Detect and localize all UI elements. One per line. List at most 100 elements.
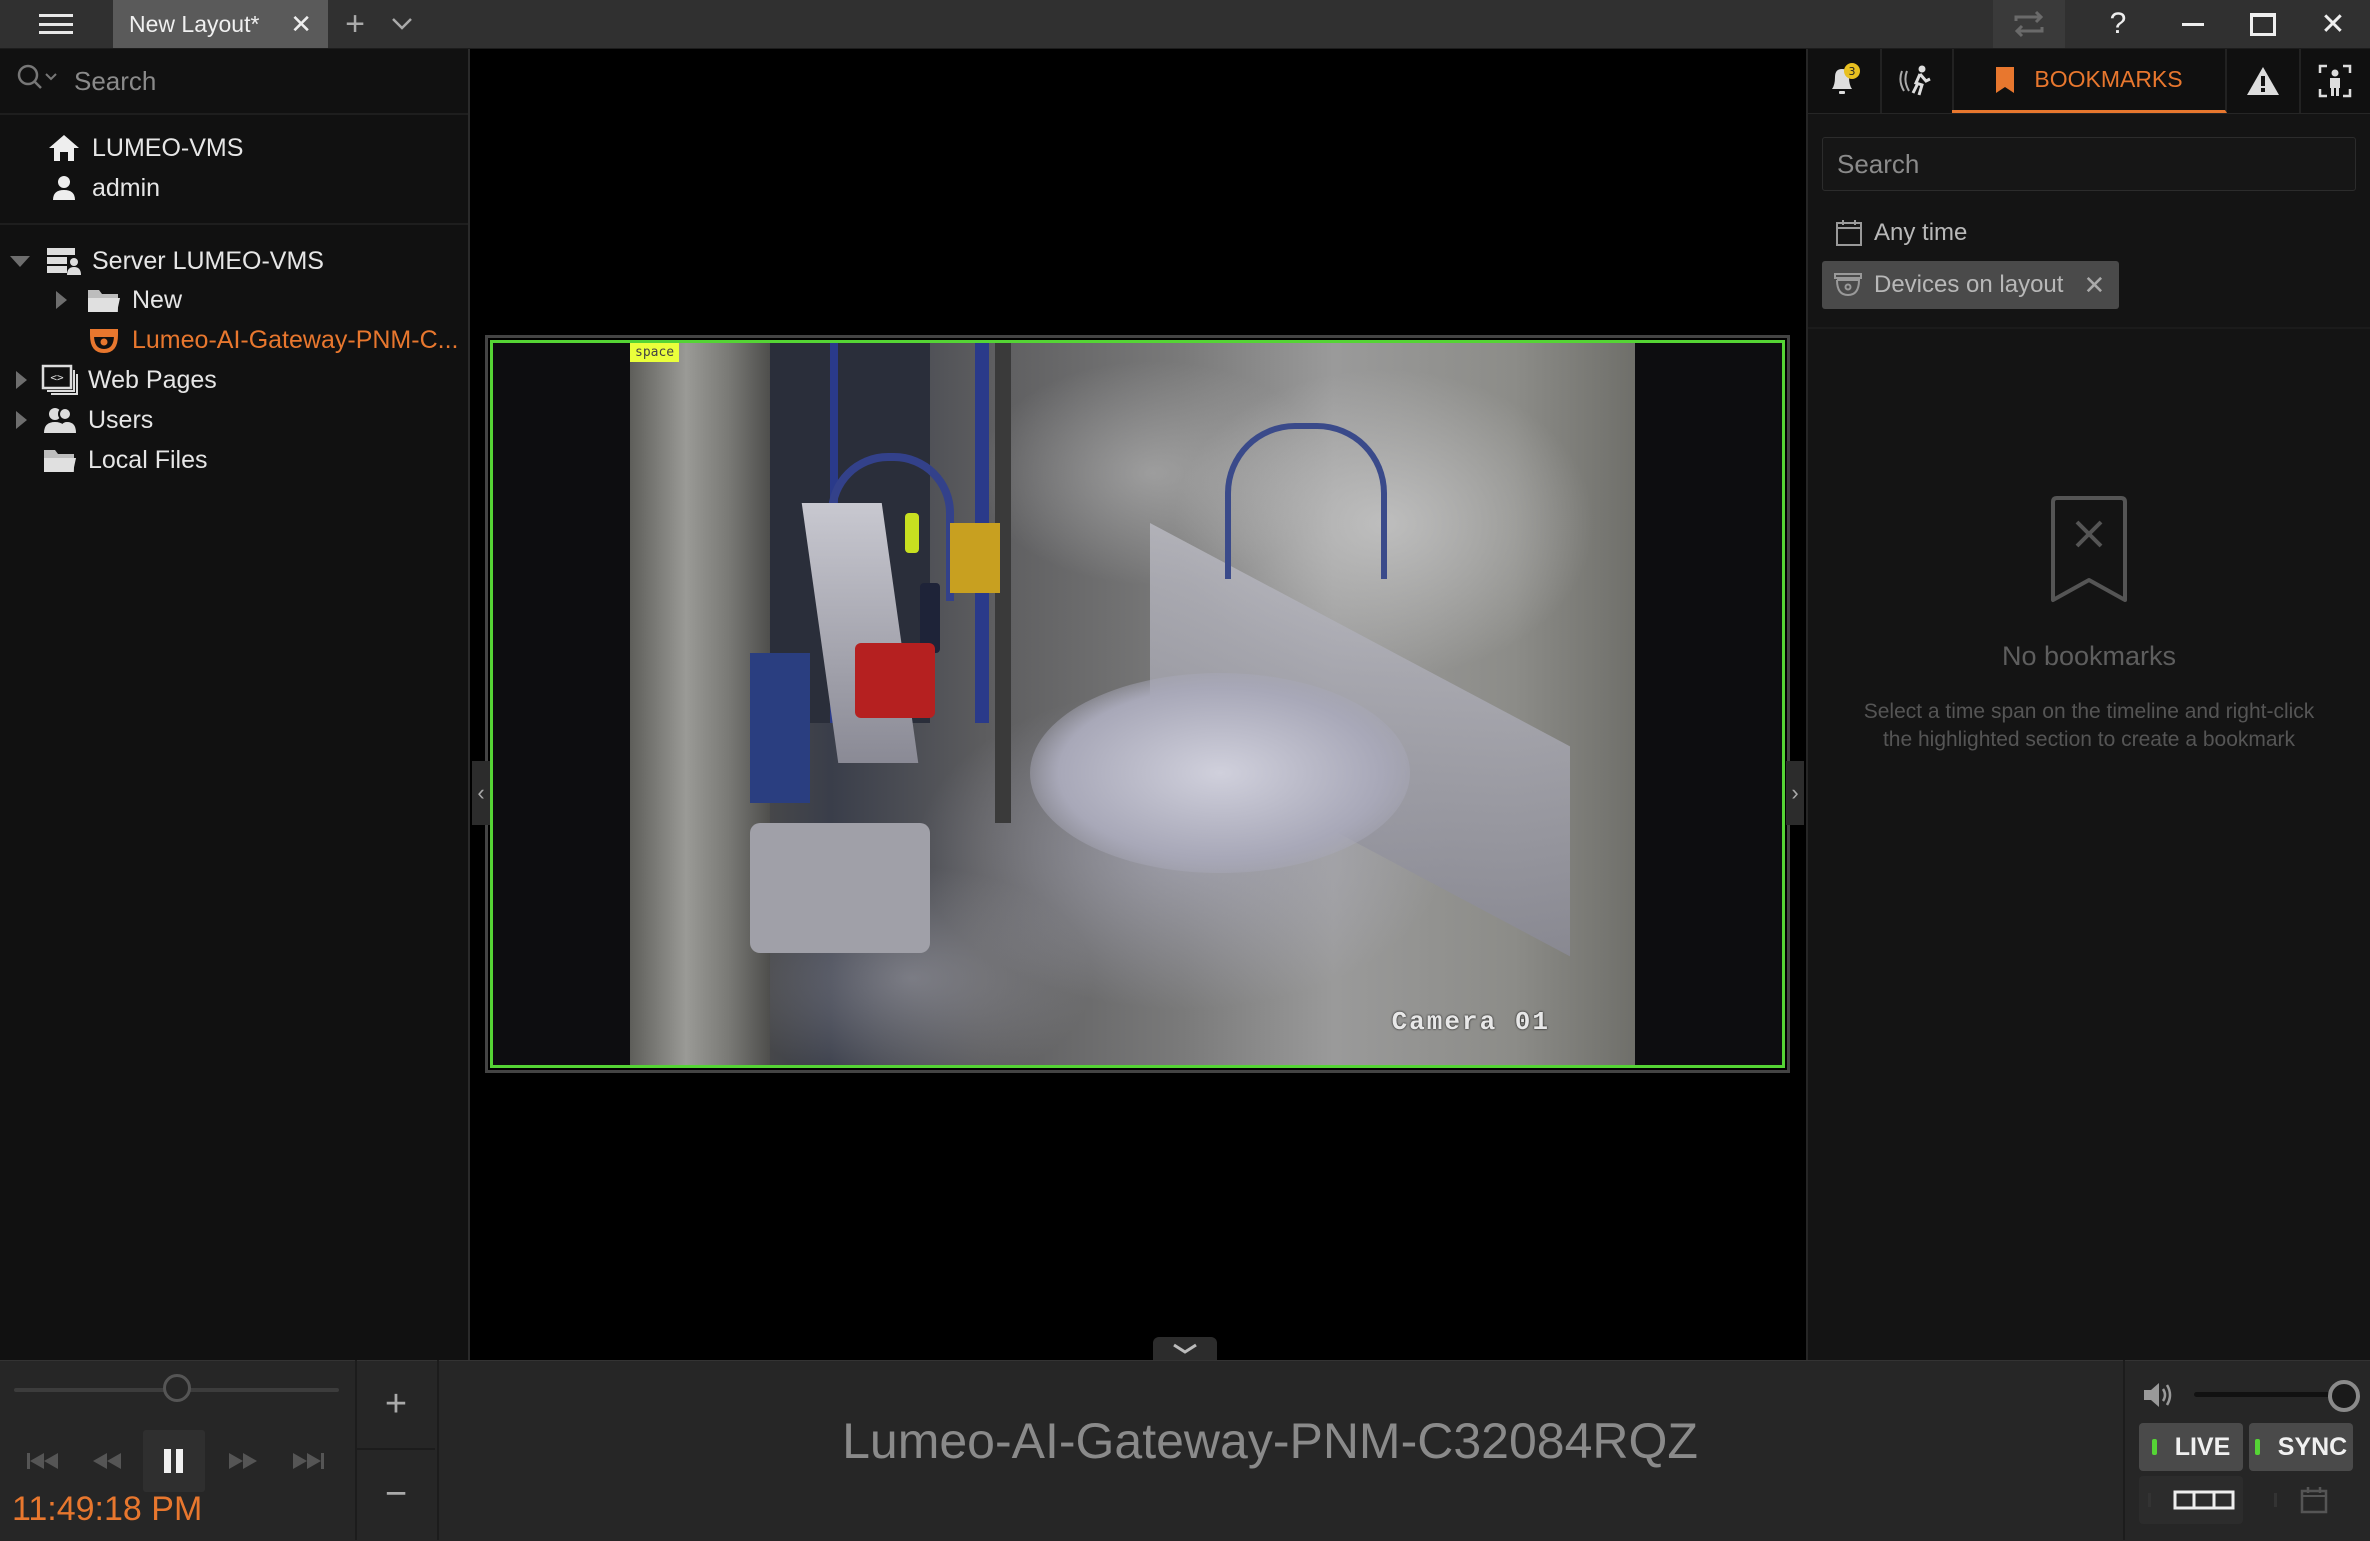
layout-tab[interactable]: New Layout* ✕: [113, 0, 328, 48]
tab-bookmarks-label: BOOKMARKS: [2034, 66, 2183, 92]
title-bar: New Layout* ✕ + ? ✕: [0, 0, 2370, 49]
tree-item-label: Web Pages: [88, 365, 217, 394]
time-filter-label: Any time: [1874, 219, 1968, 246]
filmstrip-icon: [2173, 1490, 2234, 1510]
system-name-row[interactable]: LUMEO-VMS: [44, 129, 243, 167]
chevron-right-icon: ›: [1791, 780, 1799, 805]
empty-state-title: No bookmarks: [2001, 641, 2177, 671]
bookmark-search-input[interactable]: [1835, 147, 2339, 181]
expand-arrow-icon[interactable]: [56, 291, 67, 309]
rewind-icon: [93, 1453, 121, 1469]
speed-slider-handle[interactable]: [162, 1374, 191, 1402]
bell-icon: 3: [1832, 63, 1860, 94]
video-bale: [750, 823, 930, 953]
calendar-icon: [2300, 1487, 2327, 1514]
skip-forward-icon: [293, 1453, 324, 1469]
calendar-icon: [1836, 220, 1862, 246]
collapse-right-panel-handle[interactable]: ›: [1786, 761, 1804, 825]
tree-item-local-files[interactable]: Local Files: [40, 441, 208, 479]
help-button[interactable]: ?: [2085, 0, 2151, 48]
warning-icon: [2247, 67, 2279, 95]
camera-osd-text: Camera 01: [1391, 1007, 1550, 1037]
maximize-button[interactable]: [2230, 0, 2296, 48]
current-time: 11:49:18 PM: [12, 1490, 203, 1528]
live-indicator: [2151, 1439, 2157, 1455]
search-icon[interactable]: [16, 63, 72, 100]
fast-forward-icon: [229, 1453, 257, 1469]
live-label: LIVE: [2174, 1432, 2231, 1461]
collapse-left-panel-handle[interactable]: ‹: [472, 761, 490, 825]
camera-dome-icon: [1834, 273, 1862, 297]
video-wall-column: [630, 343, 770, 1065]
user-icon: [44, 174, 84, 202]
device-filter-chip[interactable]: Devices on layout ✕: [1822, 261, 2120, 309]
minimize-button[interactable]: [2160, 0, 2226, 48]
server-icon: [44, 246, 84, 276]
tab-bookmarks[interactable]: BOOKMARKS: [1952, 49, 2227, 113]
camera-tile[interactable]: space Camera 01: [485, 335, 1790, 1073]
camera-dome-icon: [84, 326, 124, 354]
device-filter-label: Devices on layout: [1874, 271, 2064, 298]
collapse-timeline-handle[interactable]: [1153, 1337, 1217, 1360]
collapse-arrow-icon[interactable]: [10, 256, 30, 267]
remove-filter-icon[interactable]: ✕: [2083, 270, 2105, 301]
jump-to-start-button[interactable]: [12, 1430, 74, 1492]
sync-icon: [2014, 10, 2044, 38]
pause-button[interactable]: [143, 1430, 205, 1492]
video-red-generator: [855, 643, 935, 718]
hamburger-icon: [39, 14, 73, 34]
expand-arrow-icon[interactable]: [16, 411, 27, 429]
home-icon: [44, 133, 84, 163]
bookmark-search: [1822, 137, 2356, 191]
tree-item-label: New: [132, 285, 183, 314]
person-detect-icon: [2318, 64, 2351, 98]
tree-item-label: Users: [88, 405, 154, 434]
rewind-button[interactable]: [76, 1430, 138, 1492]
web-pages-icon: <>: [40, 364, 80, 396]
filter-divider: [1808, 327, 2370, 329]
add-tab-button[interactable]: +: [335, 0, 375, 48]
tab-motion[interactable]: [1880, 49, 1954, 113]
resource-search-input[interactable]: [72, 64, 436, 98]
tree-item-new-folder[interactable]: New: [84, 281, 182, 319]
jump-to-live-button[interactable]: [277, 1430, 339, 1492]
volume-slider[interactable]: [2194, 1392, 2344, 1397]
video-blue-arch: [1225, 423, 1387, 579]
volume-slider-handle[interactable]: [2328, 1380, 2360, 1412]
tab-events[interactable]: [2227, 49, 2301, 113]
thumbnails-toggle[interactable]: [2139, 1476, 2243, 1524]
right-panel-tabs: 3 BOOKMARKS: [1808, 49, 2370, 114]
video-worker: [905, 513, 919, 553]
tab-object-search[interactable]: [2299, 49, 2370, 113]
current-user-row[interactable]: admin: [44, 169, 160, 207]
resource-tree-panel: LUMEO-VMS admin Server LUMEO-VMS New Lum…: [0, 49, 470, 1360]
live-button[interactable]: LIVE: [2139, 1423, 2243, 1471]
chevron-left-icon: ‹: [477, 780, 485, 805]
volume-button[interactable]: [2142, 1380, 2176, 1415]
tab-list-button[interactable]: [380, 0, 424, 48]
tree-item-camera[interactable]: Lumeo-AI-Gateway-PNM-C...: [84, 321, 458, 359]
users-icon: [40, 406, 80, 434]
speaker-icon: [2144, 1383, 2172, 1407]
sync-indicator: [2254, 1439, 2260, 1455]
calendar-toggle[interactable]: [2249, 1476, 2353, 1524]
layout-tab-label: New Layout*: [129, 10, 260, 37]
tree-item-web-pages[interactable]: <> Web Pages: [40, 361, 217, 399]
video-debris-pile: [1030, 673, 1410, 873]
camera-video-feed[interactable]: space Camera 01: [630, 343, 1635, 1065]
tab-notifications[interactable]: 3: [1808, 49, 1882, 113]
zoom-in-button[interactable]: +: [357, 1360, 435, 1450]
time-filter-button[interactable]: Any time: [1834, 213, 1967, 253]
tree-item-users[interactable]: Users: [40, 401, 153, 439]
zoom-out-button[interactable]: −: [357, 1450, 435, 1538]
main-menu-button[interactable]: [0, 0, 112, 48]
speed-slider[interactable]: [14, 1374, 339, 1402]
sync-button[interactable]: SYNC: [2249, 1423, 2353, 1471]
close-tab-icon[interactable]: ✕: [290, 9, 312, 40]
fast-forward-button[interactable]: [212, 1430, 274, 1492]
close-window-button[interactable]: ✕: [2300, 0, 2366, 48]
sync-button[interactable]: [1993, 0, 2065, 48]
notification-badge: 3: [1849, 65, 1856, 78]
expand-arrow-icon[interactable]: [16, 371, 27, 389]
tree-item-server[interactable]: Server LUMEO-VMS: [44, 242, 324, 280]
